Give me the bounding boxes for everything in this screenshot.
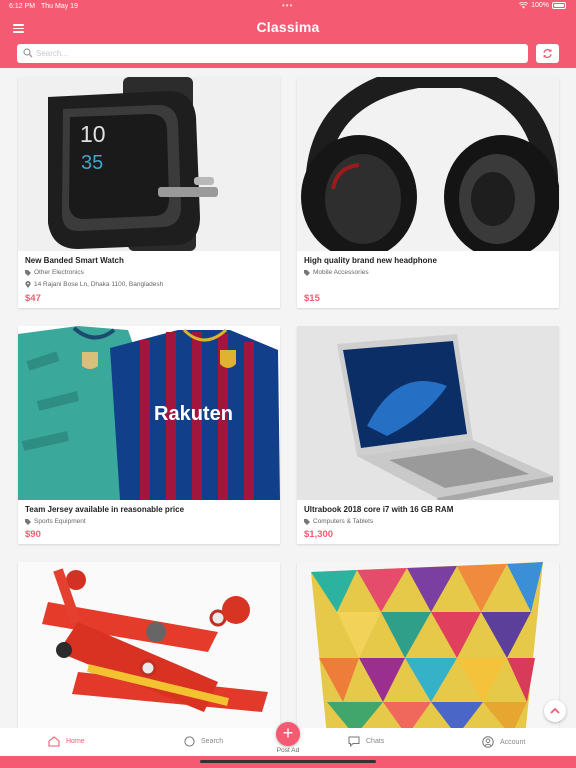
wifi-icon	[519, 2, 529, 9]
pillow-image	[297, 562, 559, 728]
listing-image	[297, 77, 559, 251]
listing-card-pillow[interactable]	[297, 562, 559, 728]
app-title: Classima	[256, 19, 320, 35]
jersey-image: Rakuten	[18, 326, 280, 500]
listing-category-label: Other Electronics	[34, 269, 84, 276]
listing-card-headphone[interactable]: High quality brand new headphone Mobile …	[297, 77, 559, 308]
listing-price: $15	[304, 293, 320, 304]
tab-search[interactable]: Search	[184, 736, 223, 747]
listing-category-label: Computers & Tablets	[313, 518, 374, 525]
listing-card-smart-watch[interactable]: 10 35 New Banded Smart Watch Other Elect…	[18, 77, 280, 308]
listing-location-label: 14 Rajani Bose Ln, Dhaka 1100, Banglades…	[34, 281, 164, 288]
listing-card-jersey[interactable]: Rakuten Team Jersey available in reasona…	[18, 326, 280, 544]
search-bar	[0, 44, 576, 68]
post-ad-button[interactable]: +	[276, 722, 300, 746]
tag-icon	[25, 269, 31, 276]
search-input[interactable]	[36, 45, 516, 61]
listing-category: Computers & Tablets	[304, 518, 373, 525]
listing-title: Team Jersey available in reasonable pric…	[25, 505, 185, 514]
tag-icon	[25, 518, 31, 525]
listing-category-label: Sports Equipment	[34, 518, 86, 525]
listing-location: 14 Rajani Bose Ln, Dhaka 1100, Banglades…	[25, 281, 163, 288]
listing-image	[297, 326, 559, 500]
listing-title: Ultrabook 2018 core i7 with 16 GB RAM	[304, 505, 454, 514]
listing-title: New Banded Smart Watch	[25, 256, 124, 265]
listing-title: High quality brand new headphone	[304, 256, 437, 265]
tab-home[interactable]: Home	[48, 736, 85, 747]
search-icon	[23, 48, 33, 58]
search-tab-icon	[184, 736, 195, 747]
status-time: 6:12 PM	[9, 3, 36, 10]
listing-category-label: Mobile Accessories	[313, 269, 369, 276]
chat-bubble-icon	[348, 736, 360, 747]
listing-category: Mobile Accessories	[304, 269, 369, 276]
headphone-image	[297, 77, 559, 251]
bottom-tab-bar: Home Search + Post Ad Chats Account	[0, 722, 576, 768]
location-pin-icon	[25, 281, 31, 288]
tab-chats-label: Chats	[366, 738, 385, 745]
listing-image	[297, 562, 559, 728]
smartwatch-image: 10 35	[18, 77, 280, 251]
navigation-bar: Classima	[0, 14, 576, 44]
listing-price: $1,300	[304, 529, 334, 540]
tab-account[interactable]: Account	[482, 736, 525, 748]
status-right: 100%	[519, 2, 566, 9]
watch-screen-minutes: 35	[81, 152, 103, 174]
tag-icon	[304, 518, 310, 525]
tab-chats[interactable]: Chats	[348, 736, 384, 747]
listing-category: Other Electronics	[25, 269, 84, 276]
toy-plane-image	[18, 562, 280, 728]
tab-search-label: Search	[201, 738, 224, 745]
chevron-up-icon	[550, 707, 560, 714]
scroll-to-top-button[interactable]	[544, 700, 566, 722]
listing-image	[18, 562, 280, 728]
listing-grid: 10 35 New Banded Smart Watch Other Elect…	[0, 68, 576, 728]
refresh-icon	[543, 49, 552, 58]
listing-category: Sports Equipment	[25, 518, 86, 525]
status-date: Thu May 19	[41, 3, 78, 10]
multitasking-dots-icon[interactable]: •••	[282, 1, 293, 10]
watch-screen-hours: 10	[80, 121, 106, 147]
jersey-sponsor-text: Rakuten	[154, 403, 233, 425]
tab-account-label: Account	[500, 738, 526, 746]
listing-price: $90	[25, 529, 41, 540]
battery-percent: 100%	[531, 2, 549, 9]
home-icon	[48, 736, 60, 747]
listing-price: $47	[25, 293, 41, 304]
listing-card-toy-plane[interactable]	[18, 562, 280, 728]
tag-icon	[304, 269, 310, 276]
plus-icon: +	[282, 723, 294, 743]
account-icon	[482, 736, 494, 748]
status-bar: 6:12 PM Thu May 19 ••• 100%	[0, 0, 576, 14]
battery-icon	[552, 2, 566, 9]
post-ad-label: Post Ad	[276, 747, 300, 754]
laptop-image	[297, 326, 559, 500]
home-indicator[interactable]	[200, 760, 376, 763]
tab-home-label: Home	[66, 738, 85, 745]
refresh-button[interactable]	[536, 44, 559, 63]
listing-image: Rakuten	[18, 326, 280, 500]
listing-card-ultrabook[interactable]: Ultrabook 2018 core i7 with 16 GB RAM Co…	[297, 326, 559, 544]
search-box[interactable]	[17, 44, 528, 63]
listing-image: 10 35	[18, 77, 280, 251]
